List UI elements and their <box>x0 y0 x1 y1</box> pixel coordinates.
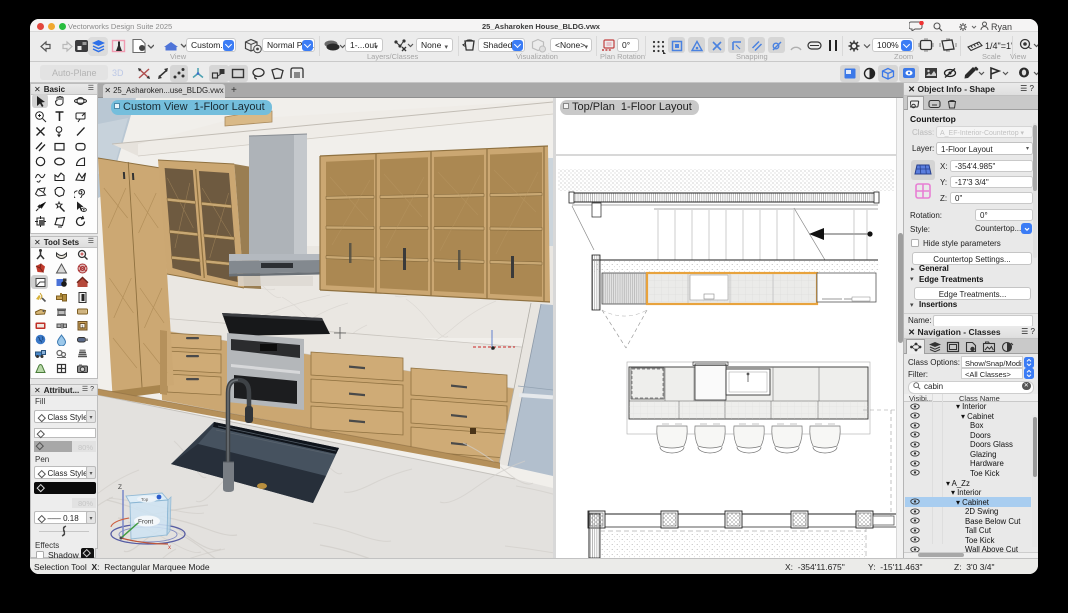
svg-text:Z: Z <box>118 484 122 491</box>
svg-text:Front: Front <box>138 519 153 526</box>
svg-text:x: x <box>168 545 171 551</box>
svg-text:Top: Top <box>141 497 149 502</box>
